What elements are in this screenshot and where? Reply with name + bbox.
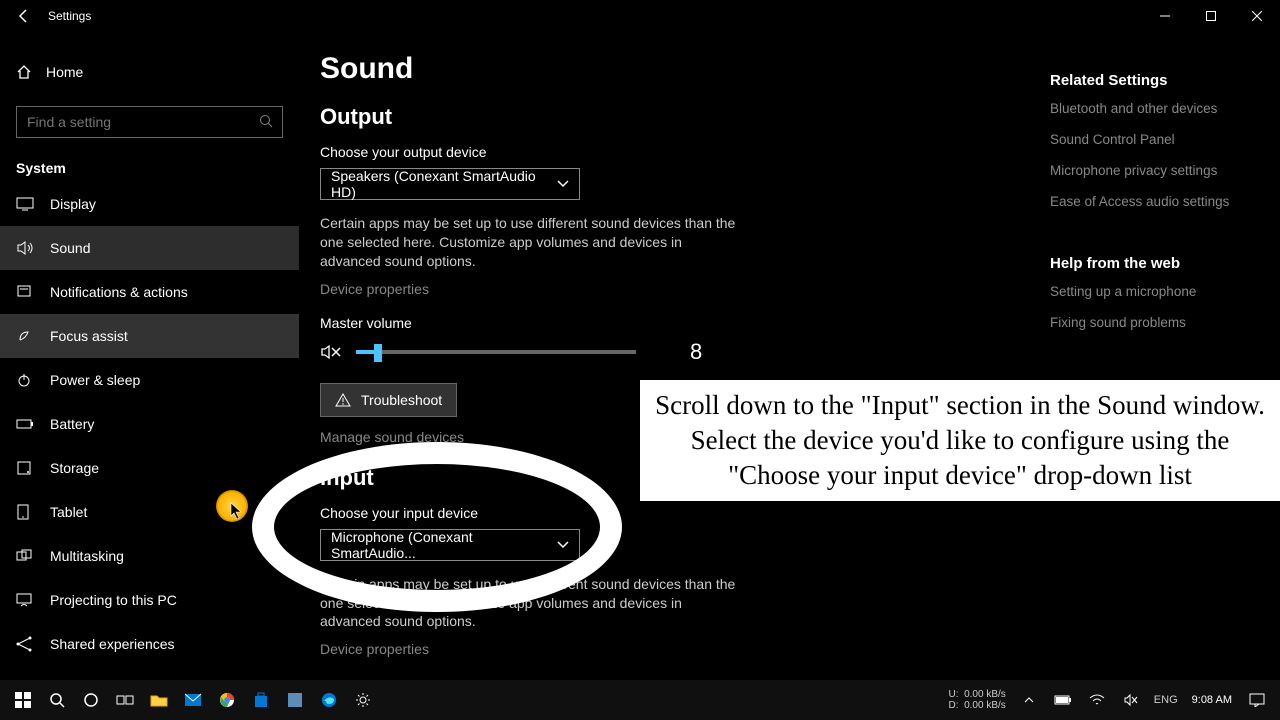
sidebar-item-tablet[interactable]: Tablet — [0, 490, 299, 534]
volume-tray-icon[interactable] — [1114, 680, 1148, 720]
search-input-wrap — [16, 106, 283, 138]
related-link-mic-privacy[interactable]: Microphone privacy settings — [1050, 163, 1250, 178]
sidebar: Home System Display Sound Notifications … — [0, 32, 300, 680]
sound-icon — [16, 240, 34, 256]
sidebar-section-label: System — [0, 146, 299, 182]
window-title: Settings — [48, 9, 91, 23]
master-volume-value: 8 — [690, 339, 702, 365]
storage-icon — [16, 460, 34, 476]
home-label: Home — [46, 64, 83, 80]
sidebar-item-focus-assist[interactable]: Focus assist — [0, 314, 299, 358]
clock[interactable]: 9:08 AM — [1192, 694, 1232, 707]
network-speed: U: 0.00 kB/s D: 0.00 kB/s — [949, 689, 1006, 711]
sidebar-item-label: Focus assist — [50, 328, 128, 344]
focus-icon — [16, 328, 34, 344]
main-content: Sound Output Choose your output device S… — [300, 32, 1280, 680]
multitask-icon — [16, 549, 34, 563]
tray-chevron-icon[interactable] — [1012, 680, 1046, 720]
sidebar-item-display[interactable]: Display — [0, 182, 299, 226]
sidebar-item-label: Storage — [50, 460, 99, 476]
input-device-properties-link[interactable]: Device properties — [320, 641, 1280, 657]
display-icon — [16, 197, 34, 211]
settings-taskbar-icon[interactable] — [346, 680, 380, 720]
projecting-icon — [16, 593, 34, 607]
sidebar-item-label: Shared experiences — [50, 636, 175, 652]
language-indicator[interactable]: ENG — [1154, 694, 1178, 706]
slider-thumb[interactable] — [374, 344, 382, 362]
input-device-value: Microphone (Conexant SmartAudio... — [331, 529, 557, 561]
related-settings-pane: Related Settings Bluetooth and other dev… — [1050, 72, 1250, 346]
task-view-icon[interactable] — [108, 680, 142, 720]
search-input[interactable] — [16, 106, 283, 138]
sidebar-item-label: Multitasking — [50, 548, 124, 564]
output-description: Certain apps may be set up to use differ… — [320, 214, 740, 271]
sidebar-item-multitasking[interactable]: Multitasking — [0, 534, 299, 578]
sidebar-item-label: Power & sleep — [50, 372, 140, 388]
troubleshoot-label: Troubleshoot — [361, 392, 442, 408]
battery-tray-icon[interactable] — [1046, 680, 1080, 720]
mail-icon[interactable] — [176, 680, 210, 720]
sidebar-item-notifications[interactable]: Notifications & actions — [0, 270, 299, 314]
volume-mute-icon[interactable] — [320, 343, 342, 361]
related-link-ease-access[interactable]: Ease of Access audio settings — [1050, 194, 1250, 209]
chevron-down-icon — [557, 541, 569, 549]
master-volume-slider[interactable] — [356, 350, 636, 354]
tablet-icon — [16, 504, 34, 520]
sidebar-item-label: Sound — [50, 240, 90, 256]
search-icon — [259, 114, 273, 128]
sidebar-item-label: Tablet — [50, 504, 87, 520]
sidebar-item-battery[interactable]: Battery — [0, 402, 299, 446]
minimize-button[interactable] — [1142, 0, 1188, 32]
cortana-icon[interactable] — [74, 680, 108, 720]
output-device-dropdown[interactable]: Speakers (Conexant SmartAudio HD) — [320, 168, 580, 200]
close-button[interactable] — [1234, 0, 1280, 32]
sidebar-item-power[interactable]: Power & sleep — [0, 358, 299, 402]
input-device-dropdown[interactable]: Microphone (Conexant SmartAudio... — [320, 529, 580, 561]
explorer-icon[interactable] — [142, 680, 176, 720]
cursor-icon — [230, 502, 244, 520]
related-link-bluetooth[interactable]: Bluetooth and other devices — [1050, 101, 1250, 116]
sidebar-item-label: Display — [50, 196, 96, 212]
sidebar-item-label: Battery — [50, 416, 94, 432]
home-link[interactable]: Home — [0, 50, 299, 94]
sidebar-item-label: Projecting to this PC — [50, 592, 177, 608]
titlebar: Settings — [0, 0, 1280, 32]
sidebar-item-label: Notifications & actions — [50, 284, 188, 300]
sidebar-item-projecting[interactable]: Projecting to this PC — [0, 578, 299, 622]
action-center-icon[interactable] — [1240, 680, 1274, 720]
chevron-down-icon — [557, 180, 569, 188]
related-link-sound-control[interactable]: Sound Control Panel — [1050, 132, 1250, 147]
sidebar-item-storage[interactable]: Storage — [0, 446, 299, 490]
input-choose-label: Choose your input device — [320, 505, 1280, 521]
related-settings-title: Related Settings — [1050, 72, 1250, 89]
help-link-mic[interactable]: Setting up a microphone — [1050, 284, 1250, 299]
taskbar: U: 0.00 kB/s D: 0.00 kB/s ENG 9:08 AM — [0, 680, 1280, 720]
app-icon[interactable] — [278, 680, 312, 720]
store-icon[interactable] — [244, 680, 278, 720]
maximize-button[interactable] — [1188, 0, 1234, 32]
sidebar-item-shared[interactable]: Shared experiences — [0, 622, 299, 666]
output-device-value: Speakers (Conexant SmartAudio HD) — [331, 168, 557, 200]
back-button[interactable] — [0, 0, 48, 32]
taskbar-search-icon[interactable] — [40, 680, 74, 720]
battery-icon — [16, 418, 34, 430]
help-link-sound[interactable]: Fixing sound problems — [1050, 315, 1250, 330]
input-description: Certain apps may be set up to use differ… — [320, 575, 740, 632]
annotation-callout: Scroll down to the "Input" section in th… — [640, 380, 1280, 501]
start-button[interactable] — [6, 680, 40, 720]
edge-icon[interactable] — [312, 680, 346, 720]
chrome-icon[interactable] — [210, 680, 244, 720]
shared-icon — [16, 636, 34, 652]
notifications-icon — [16, 284, 34, 300]
troubleshoot-button[interactable]: Troubleshoot — [320, 383, 457, 417]
sidebar-item-sound[interactable]: Sound — [0, 226, 299, 270]
wifi-tray-icon[interactable] — [1080, 680, 1114, 720]
help-title: Help from the web — [1050, 255, 1250, 272]
warning-icon — [335, 393, 351, 407]
home-icon — [16, 64, 32, 80]
power-icon — [16, 372, 34, 388]
